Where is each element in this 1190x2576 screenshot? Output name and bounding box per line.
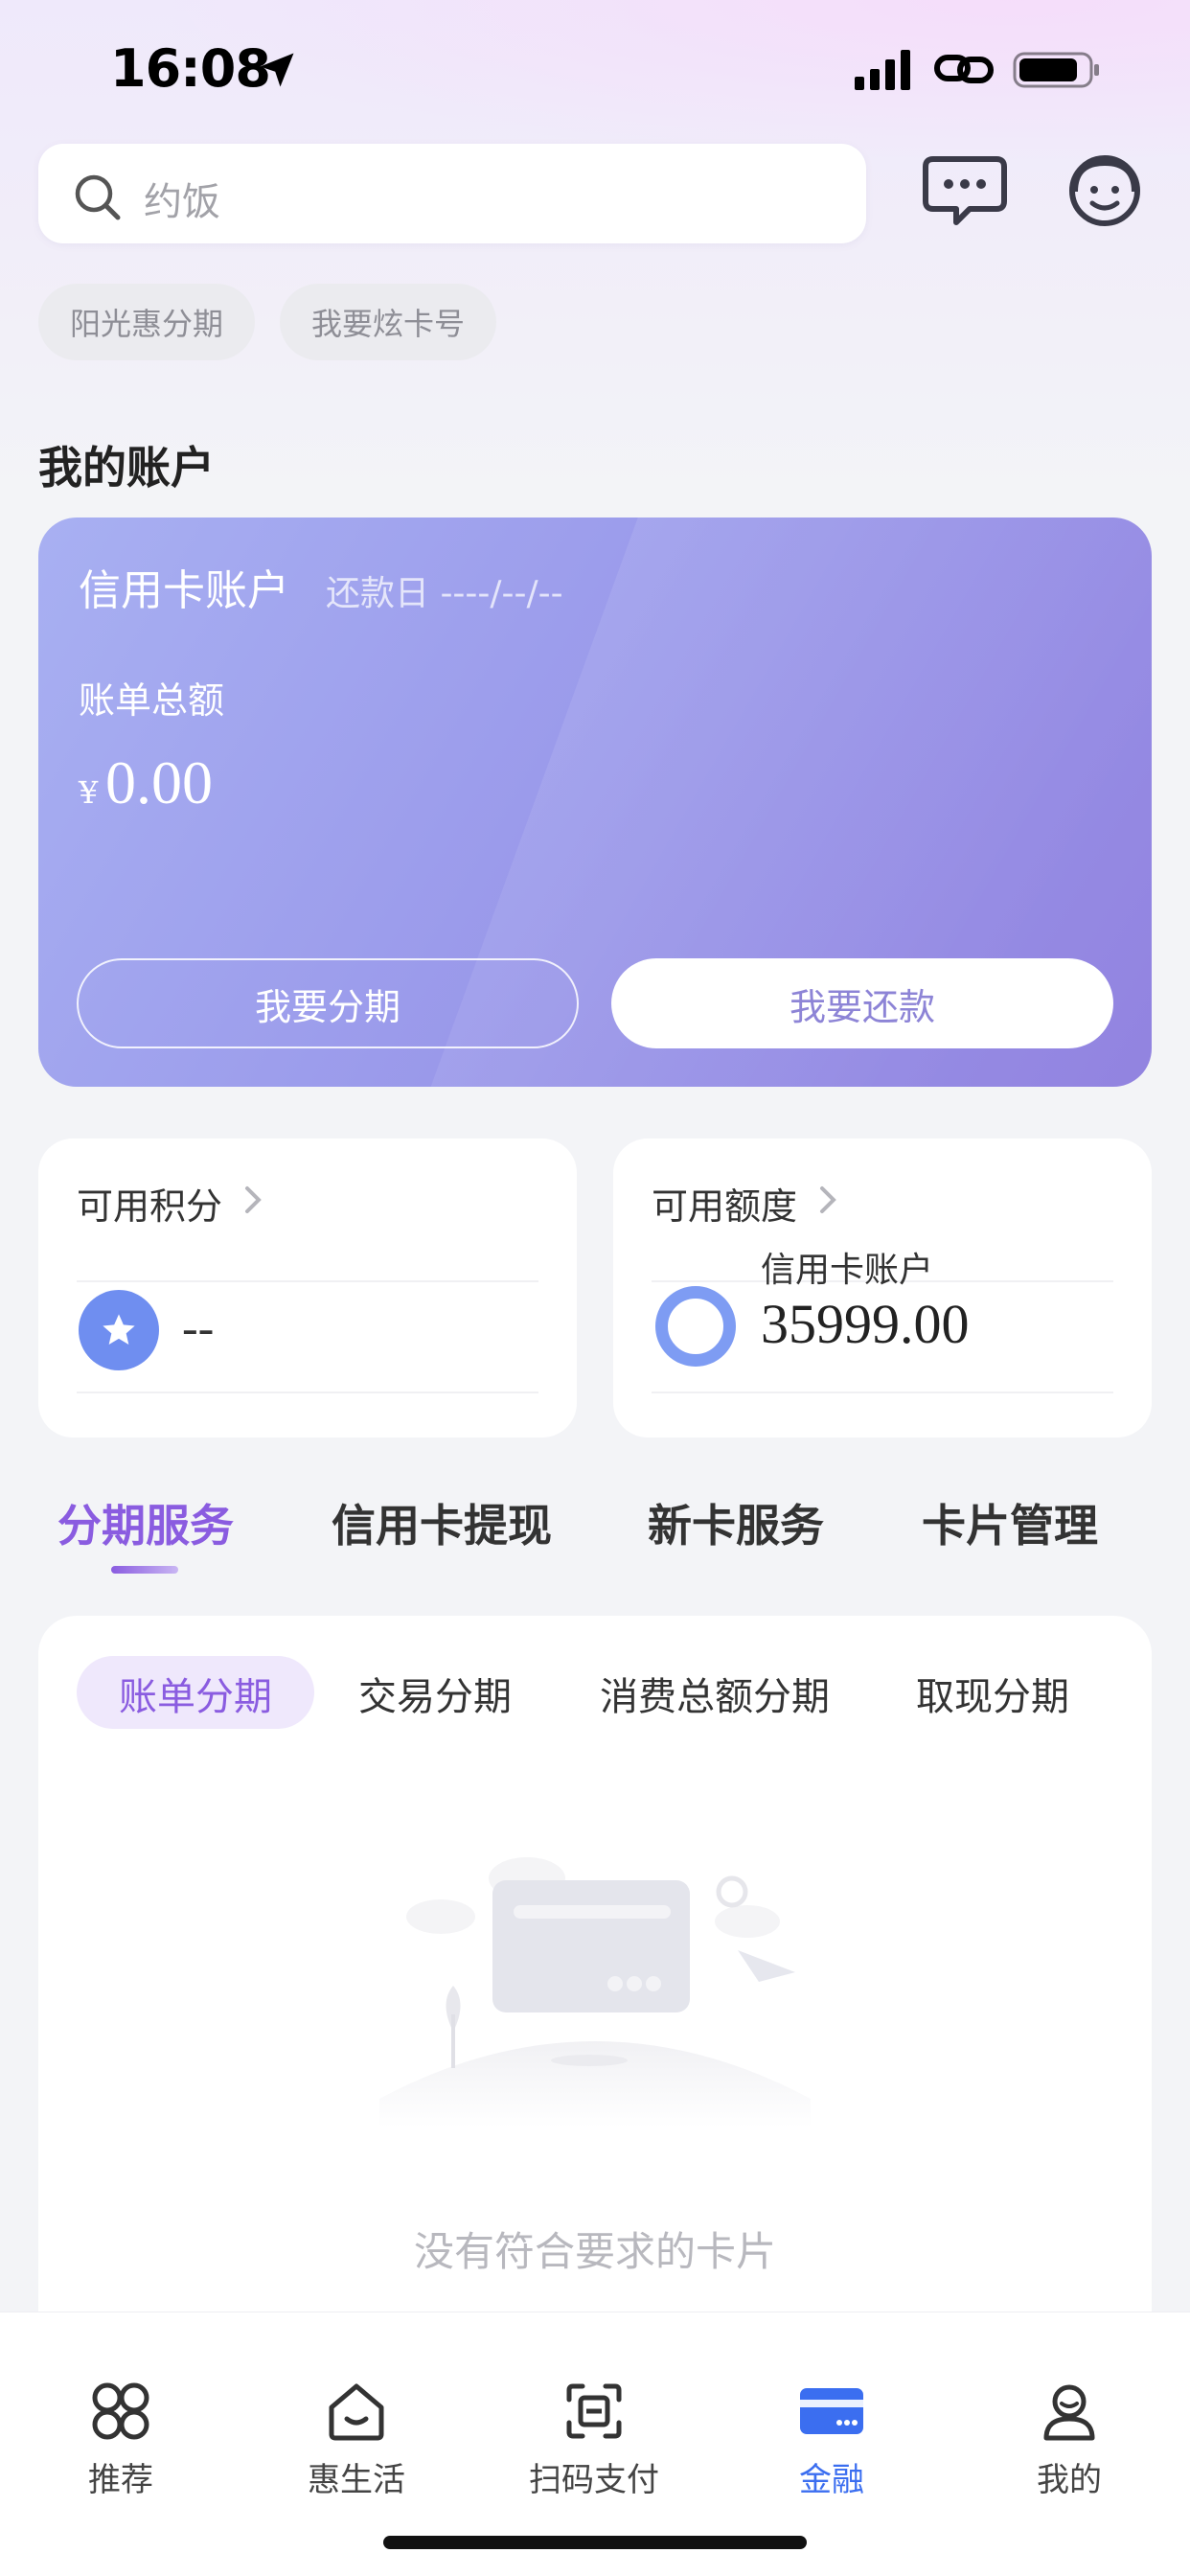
points-title: 可用积分 bbox=[77, 1185, 223, 1228]
ring-icon bbox=[655, 1286, 736, 1367]
nav-label: 扫码支付 bbox=[529, 2461, 659, 2499]
message-icon[interactable] bbox=[922, 153, 1008, 230]
link-icon bbox=[934, 55, 994, 83]
search-placeholder: 约饭 bbox=[144, 180, 220, 224]
empty-state-text: 没有符合要求的卡片 bbox=[413, 2228, 776, 2275]
status-time: 16:08 bbox=[110, 38, 271, 99]
nav-item-scan-pay[interactable]: 扫码支付 bbox=[517, 2377, 671, 2500]
card-title: 信用卡账户 bbox=[79, 566, 289, 615]
star-icon bbox=[79, 1290, 159, 1370]
nav-label: 惠生活 bbox=[308, 2461, 405, 2499]
subtab-cash-installment[interactable]: 取现分期 bbox=[916, 1666, 1069, 1721]
chip-sunshine-installment[interactable]: 阳光惠分期 bbox=[38, 284, 255, 360]
battery-icon bbox=[1013, 52, 1099, 88]
nav-label: 推荐 bbox=[88, 2461, 153, 2499]
card-icon bbox=[800, 2388, 863, 2434]
nav-item-recommend[interactable]: 推荐 bbox=[44, 2377, 197, 2500]
repay-button[interactable]: 我要还款 bbox=[611, 958, 1113, 1048]
subtab-transaction-installment[interactable]: 交易分期 bbox=[358, 1666, 512, 1721]
nav-item-mine[interactable]: 我的 bbox=[993, 2377, 1146, 2500]
tab-credit-card-withdrawal[interactable]: 信用卡提现 bbox=[332, 1491, 552, 1554]
user-icon bbox=[1043, 2384, 1095, 2441]
limit-title: 可用额度 bbox=[652, 1185, 798, 1228]
nav-item-life[interactable]: 惠生活 bbox=[280, 2377, 433, 2500]
tab-installment-service[interactable]: 分期服务 bbox=[57, 1491, 234, 1554]
due-date-label: 还款日 ----/--/-- bbox=[326, 574, 563, 613]
location-arrow-icon bbox=[260, 53, 294, 87]
home-indicator bbox=[383, 2536, 807, 2549]
signal-icon bbox=[855, 50, 910, 90]
chip-show-card-number[interactable]: 我要炫卡号 bbox=[280, 284, 496, 360]
credit-limit-card[interactable]: 可用额度 信用卡账户 35999.00 bbox=[613, 1138, 1152, 1438]
tab-active-indicator bbox=[111, 1566, 178, 1574]
tab-new-card-service[interactable]: 新卡服务 bbox=[648, 1491, 824, 1554]
search-icon bbox=[75, 174, 121, 220]
search-bar[interactable]: 约饭 bbox=[38, 144, 866, 243]
home-icon bbox=[329, 2383, 384, 2441]
subtab-total-consumption-installment[interactable]: 消费总额分期 bbox=[600, 1666, 830, 1721]
empty-card-illustration bbox=[379, 1857, 811, 2128]
divider bbox=[77, 1280, 538, 1282]
bill-total-amount: 0.00 bbox=[105, 748, 213, 816]
chevron-right-icon bbox=[820, 1186, 836, 1213]
scan-icon bbox=[566, 2383, 622, 2439]
nav-label: 我的 bbox=[1037, 2461, 1102, 2499]
points-value: -- bbox=[182, 1300, 215, 1354]
points-card[interactable]: 可用积分 -- bbox=[38, 1138, 577, 1438]
status-bar: 16:08 bbox=[0, 0, 1190, 134]
nav-label: 金融 bbox=[799, 2461, 864, 2499]
bill-total-label: 账单总额 bbox=[79, 679, 225, 722]
currency-symbol: ¥ bbox=[79, 774, 99, 811]
section-title-my-account: 我的账户 bbox=[38, 442, 215, 494]
grid-icon bbox=[92, 2382, 149, 2440]
limit-value: 35999.00 bbox=[761, 1293, 970, 1355]
nav-item-finance[interactable]: 金融 bbox=[755, 2377, 908, 2500]
limit-sub-label: 信用卡账户 bbox=[761, 1251, 934, 1290]
customer-service-icon[interactable] bbox=[1065, 151, 1144, 230]
credit-card-account-panel[interactable]: 信用卡账户 还款日 ----/--/-- 账单总额 ¥ 0.00 我要分期 我要… bbox=[38, 518, 1152, 1087]
installment-button[interactable]: 我要分期 bbox=[77, 958, 579, 1048]
chevron-right-icon bbox=[245, 1186, 262, 1213]
divider bbox=[77, 1392, 538, 1393]
subtab-bill-installment[interactable]: 账单分期 bbox=[119, 1666, 272, 1721]
divider bbox=[652, 1392, 1113, 1393]
tab-card-management[interactable]: 卡片管理 bbox=[922, 1491, 1098, 1554]
